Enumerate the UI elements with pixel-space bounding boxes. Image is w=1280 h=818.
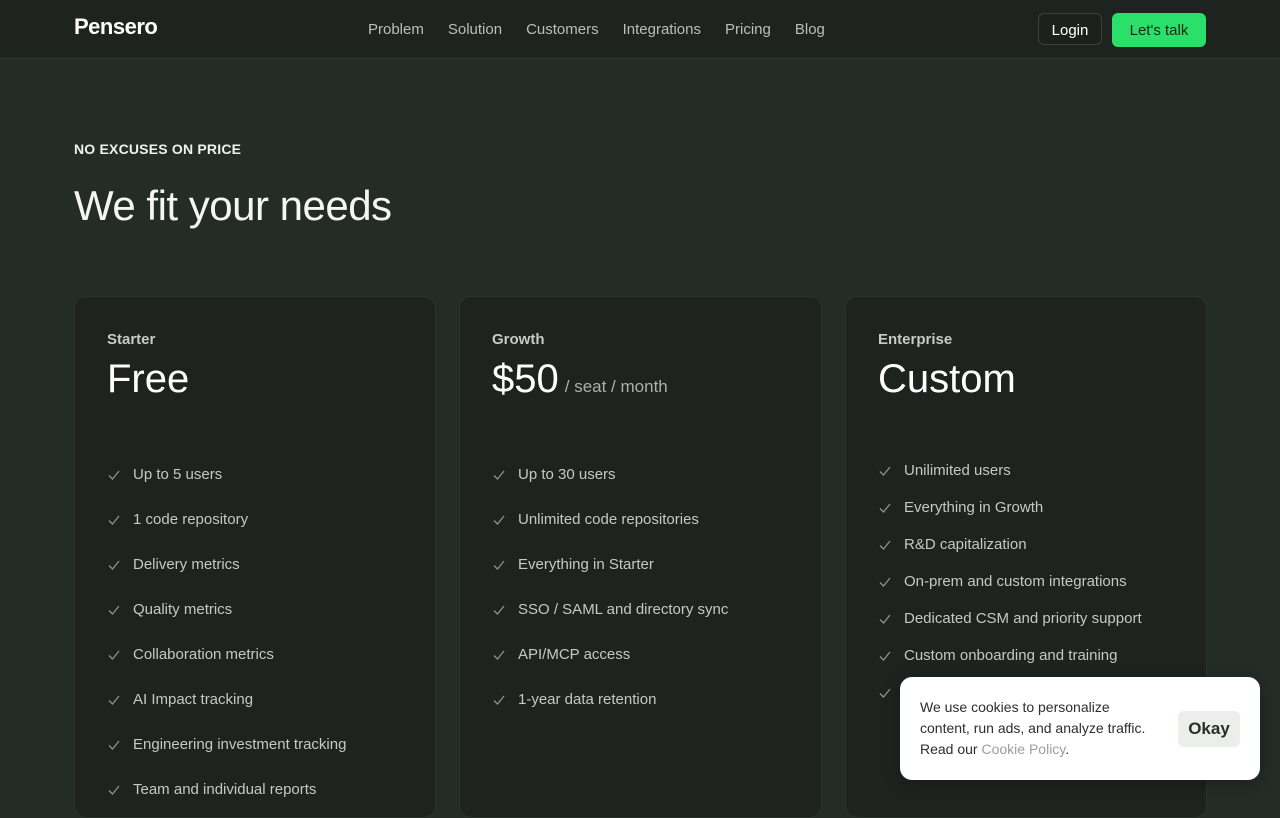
feature-label: Unlimited code repositories [518, 511, 699, 528]
pricing-card-starter: Starter Free Up to 5 users 1 code reposi… [74, 296, 436, 818]
feature-label: 1-year data retention [518, 691, 657, 708]
section-eyebrow: NO EXCUSES ON PRICE [74, 141, 242, 157]
check-icon [108, 740, 120, 750]
check-icon [879, 651, 891, 661]
feature-item: Quality metrics [107, 587, 346, 632]
feature-list: Up to 30 users Unlimited code repositori… [492, 452, 728, 722]
feature-item: Up to 5 users [107, 452, 346, 497]
check-icon [108, 605, 120, 615]
feature-item: Dedicated CSM and priority support [878, 600, 1142, 637]
feature-label: Up to 30 users [518, 466, 616, 483]
check-icon [879, 540, 891, 550]
nav-link-solution[interactable]: Solution [448, 21, 502, 38]
feature-item: Team and individual reports [107, 767, 346, 812]
pensero-logo[interactable]: Pensero [74, 14, 158, 40]
check-icon [108, 560, 120, 570]
check-icon [493, 605, 505, 615]
check-icon [493, 515, 505, 525]
feature-item: Collaboration metrics [107, 632, 346, 677]
feature-item: 1 code repository [107, 497, 346, 542]
pricing-card-growth: Growth $50 / seat / month Up to 30 users … [459, 296, 822, 818]
plan-price-value: Free [107, 357, 190, 401]
feature-item: Engineering investment tracking [107, 722, 346, 767]
cookie-banner: We use cookies to personalize content, r… [900, 677, 1260, 780]
plan-name: Growth [492, 331, 545, 348]
top-navigation-bar: Pensero Problem Solution Customers Integ… [0, 0, 1280, 59]
plan-name: Starter [107, 331, 156, 348]
feature-list: Up to 5 users 1 code repository Delivery… [107, 452, 346, 812]
plan-price: Free [107, 357, 189, 402]
cookie-okay-button[interactable]: Okay [1178, 711, 1240, 747]
plan-price: Custom [878, 357, 1016, 402]
feature-label: Everything in Growth [904, 499, 1044, 516]
lets-talk-button[interactable]: Let's talk [1112, 13, 1206, 47]
feature-item: SSO / SAML and directory sync [492, 587, 728, 632]
feature-label: Delivery metrics [133, 556, 240, 573]
login-button[interactable]: Login [1038, 13, 1102, 45]
check-icon [108, 650, 120, 660]
feature-label: 1 code repository [133, 511, 249, 528]
check-icon [493, 695, 505, 705]
feature-label: R&D capitalization [904, 536, 1027, 553]
feature-item: AI Impact tracking [107, 677, 346, 722]
feature-label: SSO / SAML and directory sync [518, 601, 729, 618]
feature-item: On-prem and custom integrations [878, 563, 1142, 600]
check-icon [879, 466, 891, 476]
check-icon [879, 688, 891, 698]
feature-label: Up to 5 users [133, 466, 223, 483]
nav-link-problem[interactable]: Problem [368, 21, 424, 38]
feature-item: Unlimited code repositories [492, 497, 728, 542]
feature-label: Everything in Starter [518, 556, 654, 573]
feature-item: API/MCP access [492, 632, 728, 677]
nav-link-pricing[interactable]: Pricing [725, 21, 771, 38]
feature-item: 1-year data retention [492, 677, 728, 722]
plan-price-value: $50 [492, 357, 559, 401]
feature-list: Unilimited users Everything in Growth R&… [878, 452, 1142, 711]
nav-link-customers[interactable]: Customers [526, 21, 599, 38]
nav-link-blog[interactable]: Blog [795, 21, 825, 38]
check-icon [108, 470, 120, 480]
feature-item: Up to 30 users [492, 452, 728, 497]
feature-label: API/MCP access [518, 646, 631, 663]
check-icon [879, 503, 891, 513]
check-icon [493, 470, 505, 480]
cookie-policy-link[interactable]: Cookie Policy [981, 741, 1065, 757]
feature-item: R&D capitalization [878, 526, 1142, 563]
feature-label: AI Impact tracking [133, 691, 254, 708]
feature-item: Unilimited users [878, 452, 1142, 489]
check-icon [879, 614, 891, 624]
feature-label: Team and individual reports [133, 781, 317, 798]
check-icon [493, 650, 505, 660]
nav-link-integrations[interactable]: Integrations [623, 21, 701, 38]
page-title: We fit your needs [74, 182, 392, 229]
feature-label: Dedicated CSM and priority support [904, 610, 1142, 627]
feature-label: Collaboration metrics [133, 646, 274, 663]
plan-price: $50 / seat / month [492, 357, 668, 402]
check-icon [108, 695, 120, 705]
check-icon [879, 577, 891, 587]
main-nav: Problem Solution Customers Integrations … [368, 21, 849, 38]
check-icon [108, 785, 120, 795]
feature-label: Unilimited users [904, 462, 1011, 479]
plan-price-value: Custom [878, 357, 1016, 401]
feature-item: Custom onboarding and training [878, 637, 1142, 674]
feature-item: Everything in Growth [878, 489, 1142, 526]
cookie-message-suffix: . [1065, 741, 1070, 757]
check-icon [493, 560, 505, 570]
feature-item: Everything in Starter [492, 542, 728, 587]
plan-price-unit: / seat / month [564, 377, 668, 396]
plan-name: Enterprise [878, 331, 953, 348]
check-icon [108, 515, 120, 525]
feature-label: On-prem and custom integrations [904, 573, 1127, 590]
feature-label: Quality metrics [133, 601, 233, 618]
feature-label: Engineering investment tracking [133, 736, 347, 753]
cookie-message: We use cookies to personalize content, r… [920, 697, 1150, 760]
feature-item: Delivery metrics [107, 542, 346, 587]
feature-label: Custom onboarding and training [904, 647, 1118, 664]
